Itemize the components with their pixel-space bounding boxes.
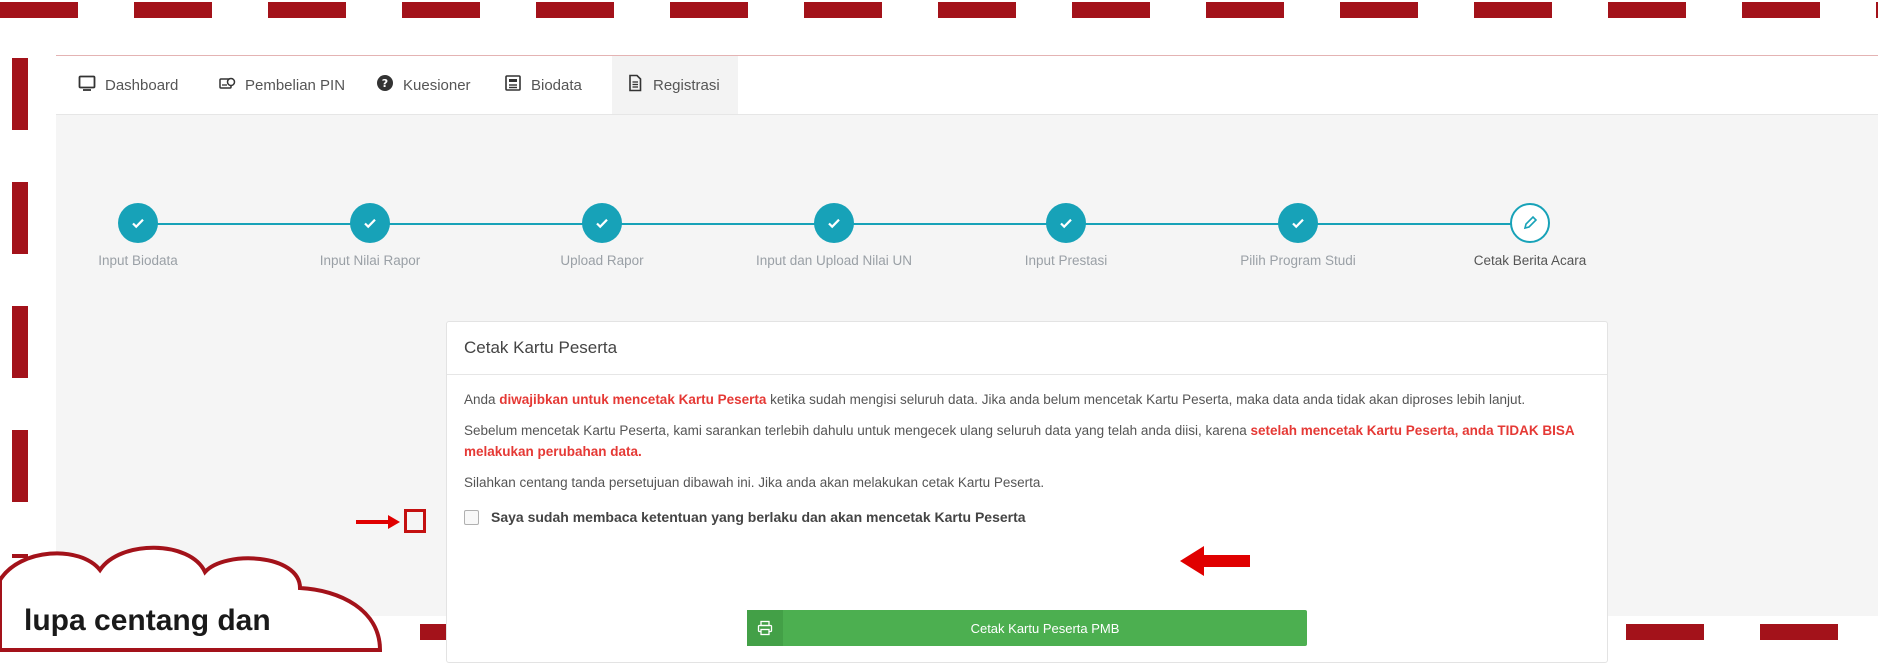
money-icon — [218, 74, 236, 96]
agreement-label[interactable]: Saya sudah membaca ketentuan yang berlak… — [491, 507, 1026, 528]
monitor-icon — [78, 74, 96, 96]
annotation-dashed-border-top — [0, 2, 1878, 18]
nav-label: Kuesioner — [403, 76, 471, 94]
callout-text: lupa centang dan — [24, 604, 271, 637]
check-icon — [582, 203, 622, 243]
pencil-icon — [1510, 203, 1550, 243]
app-window: Dashboard Pembelian PIN ? Kuesioner Biod… — [56, 55, 1878, 663]
step-input-nilai-un: Input dan Upload Nilai UN — [724, 203, 944, 268]
print-card-button[interactable]: Cetak Kartu Peserta PMB — [747, 610, 1307, 646]
step-input-biodata: Input Biodata — [28, 203, 248, 268]
nav-item-pembelian-pin[interactable]: Pembelian PIN — [218, 56, 358, 114]
info-paragraph-1: Anda diwajibkan untuk mencetak Kartu Pes… — [464, 392, 1526, 407]
print-card: Cetak Kartu Peserta Anda diwajibkan untu… — [446, 321, 1608, 663]
required-notice: diwajibkan untuk mencetak Kartu Peserta — [499, 392, 767, 407]
svg-text:?: ? — [382, 77, 388, 90]
check-icon — [1046, 203, 1086, 243]
info-paragraph-3: Silahkan centang tanda persetujuan dibaw… — [464, 475, 1045, 490]
step-cetak-berita-acara: Cetak Berita Acara — [1420, 203, 1640, 268]
agreement-checkbox[interactable] — [464, 510, 479, 525]
step-upload-rapor: Upload Rapor — [492, 203, 712, 268]
nav-label: Biodata — [531, 76, 582, 94]
nav-label: Dashboard — [105, 76, 179, 94]
step-input-prestasi: Input Prestasi — [956, 203, 1176, 268]
top-nav: Dashboard Pembelian PIN ? Kuesioner Biod… — [56, 56, 1878, 115]
nav-item-registrasi[interactable]: Registrasi — [612, 56, 738, 114]
annotation-dashed-border-left — [12, 58, 28, 558]
nav-label: Pembelian PIN — [245, 76, 346, 94]
document-icon — [626, 74, 644, 96]
id-card-icon — [504, 74, 522, 96]
agreement-row: Saya sudah membaca ketentuan yang berlak… — [464, 507, 1590, 528]
info-paragraph-2: Sebelum mencetak Kartu Peserta, kami sar… — [464, 423, 1575, 459]
printer-icon — [747, 610, 783, 646]
check-icon — [118, 203, 158, 243]
checkbox-highlight-box — [404, 509, 426, 533]
nav-item-dashboard[interactable]: Dashboard — [78, 56, 198, 114]
card-title: Cetak Kartu Peserta — [447, 322, 1607, 375]
arrow-left-icon — [1180, 546, 1250, 576]
cloud-callout — [0, 545, 383, 652]
check-icon — [350, 203, 390, 243]
nav-item-biodata[interactable]: Biodata — [504, 56, 594, 114]
check-icon — [814, 203, 854, 243]
step-pilih-program-studi: Pilih Program Studi — [1188, 203, 1408, 268]
check-icon — [1278, 203, 1318, 243]
card-body: Anda diwajibkan untuk mencetak Kartu Pes… — [447, 375, 1607, 542]
nav-label: Registrasi — [653, 76, 720, 94]
arrow-right-icon — [356, 515, 400, 529]
nav-item-kuesioner[interactable]: ? Kuesioner — [376, 56, 486, 114]
question-icon: ? — [376, 74, 394, 96]
step-input-nilai-rapor: Input Nilai Rapor — [260, 203, 480, 268]
